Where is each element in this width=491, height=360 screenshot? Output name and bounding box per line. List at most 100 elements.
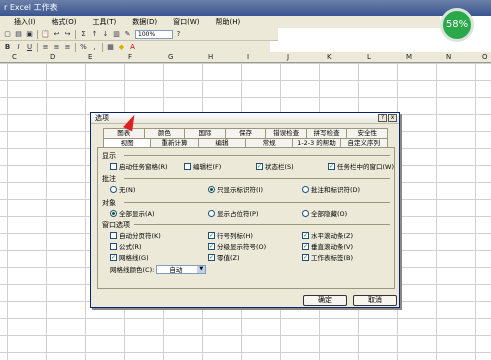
option-taskbar-windows[interactable]: ✓ 任务栏中的窗口(W) (328, 161, 394, 171)
menu-window[interactable]: 窗口(W) (165, 16, 207, 28)
ok-button[interactable]: 确定 (303, 295, 347, 306)
menu-data[interactable]: 数据(D) (124, 16, 165, 28)
font-color-icon[interactable]: A (127, 42, 138, 52)
option-status-bar[interactable]: ✓ 状态栏(S) (256, 161, 294, 171)
column-header[interactable]: N (446, 53, 451, 61)
option-zero-values[interactable]: ✓ 零值(Z) (208, 252, 240, 262)
checkbox-checked[interactable]: ✓ (256, 162, 263, 170)
column-header[interactable]: L (367, 53, 371, 61)
menu-format[interactable]: 格式(O) (44, 16, 85, 28)
help-icon[interactable]: ? (173, 29, 184, 39)
percent-button[interactable]: % (78, 42, 89, 52)
tab-spelling[interactable]: 拼写检查 (305, 128, 348, 138)
radio[interactable] (110, 185, 117, 193)
menu-help[interactable]: 帮助(H) (208, 16, 249, 28)
align-left-icon[interactable]: ≡ (40, 42, 51, 52)
radio-selected[interactable] (208, 185, 215, 193)
tab-color[interactable]: 颜色 (143, 128, 186, 138)
column-header[interactable]: F (128, 53, 132, 61)
column-header[interactable]: C (12, 53, 17, 61)
border-icon[interactable]: ▦ (105, 42, 116, 52)
zoom-select[interactable]: 100% (135, 29, 173, 39)
checkbox-checked[interactable]: ✓ (208, 231, 215, 239)
option-formula-bar[interactable]: 编辑栏(F) (184, 161, 221, 171)
checkbox[interactable] (184, 162, 191, 170)
divider (124, 202, 390, 203)
italic-button[interactable]: I (13, 42, 24, 52)
dialog-close-button[interactable]: x (388, 114, 397, 122)
tab-international[interactable]: 国际 (184, 128, 226, 138)
column-header[interactable]: E (88, 53, 92, 61)
option-comments-none[interactable]: 无(N) (110, 184, 135, 194)
option-comments-and-indicator[interactable]: 批注和标识符(D) (302, 184, 360, 194)
option-startup-task-pane[interactable]: 启动任务窗格(R) (110, 161, 168, 171)
option-show-placeholders[interactable]: 显示占位符(P) (208, 208, 259, 218)
option-vertical-scrollbar[interactable]: ✓ 垂直滚动条(V) (302, 241, 353, 251)
option-sheet-tabs[interactable]: ✓ 工作表标签(B) (302, 252, 353, 262)
checkbox-checked[interactable]: ✓ (302, 242, 309, 250)
column-header[interactable]: G (168, 53, 173, 61)
sort-desc-icon[interactable]: ↓ (100, 29, 111, 39)
option-gridlines[interactable]: ✓ 网格线(G) (110, 252, 149, 262)
option-hide-all[interactable]: 全部隐藏(O) (302, 208, 347, 218)
option-formulas[interactable]: 公式(R) (110, 241, 142, 251)
option-row-col-headers[interactable]: ✓ 行号列标(H) (208, 230, 253, 240)
align-right-icon[interactable]: ≡ (62, 42, 73, 52)
radio[interactable] (302, 209, 309, 217)
open-icon[interactable]: ▤ (13, 29, 24, 39)
sort-asc-icon[interactable]: ↑ (89, 29, 100, 39)
gridline-color-select[interactable]: 自动 ▼ (156, 264, 207, 274)
checkbox-checked[interactable]: ✓ (208, 253, 215, 261)
new-icon[interactable]: ▢ (2, 29, 13, 39)
underline-button[interactable]: U (24, 42, 35, 52)
column-header[interactable]: D (50, 53, 55, 61)
paste-icon[interactable]: 📋 (40, 29, 51, 39)
comma-button[interactable]: , (89, 42, 100, 52)
radio[interactable] (208, 209, 215, 217)
checkbox[interactable] (110, 242, 117, 250)
option-page-breaks[interactable]: 自动分页符(K) (110, 230, 161, 240)
checkbox-checked[interactable]: ✓ (328, 162, 335, 170)
option-horizontal-scrollbar[interactable]: ✓ 水平滚动条(Z) (302, 230, 353, 240)
divider (134, 224, 390, 225)
tab-error-checking[interactable]: 错误检查 (265, 128, 307, 138)
checkbox-checked[interactable]: ✓ (302, 253, 309, 261)
bold-button[interactable]: B (2, 42, 13, 52)
column-header[interactable]: O (482, 53, 488, 61)
option-outline-symbols[interactable]: ✓ 分级显示符号(O) (208, 241, 266, 251)
gridline-color-row: 网格线颜色(C): 自动 ▼ (110, 264, 207, 274)
cancel-button[interactable]: 取消 (353, 295, 397, 306)
checkbox-checked[interactable]: ✓ (110, 253, 117, 261)
column-header[interactable]: K (327, 53, 332, 61)
checkbox[interactable] (110, 162, 117, 170)
radio[interactable] (302, 185, 309, 193)
option-show-all[interactable]: 全部显示(A) (110, 208, 155, 218)
radio-selected[interactable] (110, 209, 117, 217)
tab-security[interactable]: 安全性 (346, 128, 389, 138)
chart-icon[interactable]: ▥ (111, 29, 122, 39)
column-header[interactable]: H (208, 53, 213, 61)
tab-save[interactable]: 保存 (224, 128, 267, 138)
menu-bar: 插入(I) 格式(O) 工具(T) 数据(D) 窗口(W) 帮助(H) (0, 16, 440, 28)
save-icon[interactable]: ▣ (24, 29, 35, 39)
dialog-help-button[interactable]: ? (378, 114, 387, 122)
undo-icon[interactable]: ↩ (51, 29, 62, 39)
window-title: r Excel 工作表 (4, 3, 58, 12)
menu-insert[interactable]: 插入(I) (6, 16, 44, 28)
column-header[interactable]: M (406, 53, 412, 61)
redo-icon[interactable]: ↪ (62, 29, 73, 39)
fill-color-icon[interactable]: ◆ (116, 42, 127, 52)
chevron-down-icon[interactable]: ▼ (197, 265, 206, 273)
drawing-icon[interactable]: ✎ (122, 29, 133, 39)
menu-tools[interactable]: 工具(T) (85, 16, 125, 28)
autosum-icon[interactable]: Σ (78, 29, 89, 39)
column-header[interactable]: I (247, 53, 249, 61)
checkbox-checked[interactable]: ✓ (208, 242, 215, 250)
checkbox[interactable] (110, 231, 117, 239)
tab-row-top: 图表 颜色 国际 保存 错误检查 拼写检查 安全性 (103, 128, 389, 138)
column-header[interactable]: J (287, 53, 289, 61)
tab-chart[interactable]: 图表 (103, 128, 145, 138)
option-comments-indicator[interactable]: 只显示标识符(I) (208, 184, 263, 194)
align-center-icon[interactable]: ≡ (51, 42, 62, 52)
checkbox-checked[interactable]: ✓ (302, 231, 309, 239)
